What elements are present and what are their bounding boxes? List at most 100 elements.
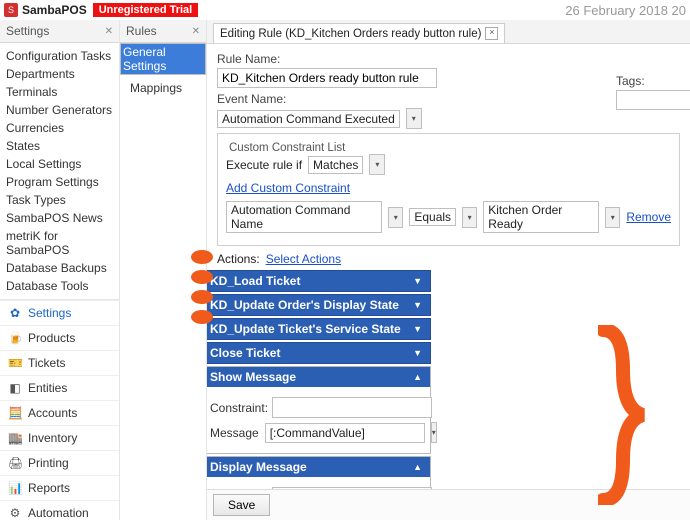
action-title: KD_Update Order's Display State bbox=[210, 298, 399, 312]
nav-item-automation[interactable]: ⚙Automation bbox=[0, 500, 119, 520]
tags-label: Tags: bbox=[616, 74, 690, 88]
tree-item[interactable]: Task Types bbox=[0, 191, 119, 209]
reports-icon: 📊 bbox=[8, 481, 22, 495]
actions-label: Actions: bbox=[217, 252, 260, 266]
annotation-dot bbox=[191, 270, 213, 284]
nav-label: Tickets bbox=[28, 356, 66, 370]
nav-label: Settings bbox=[28, 306, 71, 320]
nav-item-entities[interactable]: ◧ Entities bbox=[0, 375, 119, 400]
action-header[interactable]: KD_Load Ticket ▼ bbox=[207, 270, 431, 292]
annotation-brace bbox=[598, 325, 648, 505]
action-header[interactable]: KD_Update Order's Display State ▼ bbox=[207, 294, 431, 316]
execute-rule-select[interactable]: Matches bbox=[308, 156, 363, 174]
action-panel: Display Message▲Constraint:Message[:Auto… bbox=[207, 456, 431, 489]
nav-item-reports[interactable]: 📊 Reports bbox=[0, 475, 119, 500]
printing-icon: 🖨 bbox=[8, 456, 22, 470]
action-panel: Show Message▲Constraint:Message[:Command… bbox=[207, 366, 431, 454]
close-icon[interactable]: ✕ bbox=[192, 26, 200, 37]
action-header[interactable]: Close Ticket ▼ bbox=[207, 342, 431, 364]
tree-item[interactable]: Number Generators bbox=[0, 101, 119, 119]
app-logo: S bbox=[4, 3, 18, 17]
nav-label: Printing bbox=[28, 456, 69, 470]
nav-item-inventory[interactable]: 🏬Inventory bbox=[0, 425, 119, 450]
section-mappings[interactable]: Mappings bbox=[120, 75, 206, 101]
chevron-down-icon[interactable]: ▼ bbox=[413, 324, 422, 334]
constraint-label: Constraint: bbox=[210, 401, 266, 415]
nav-label: Accounts bbox=[28, 406, 77, 420]
chevron-up-icon[interactable]: ▲ bbox=[413, 372, 422, 382]
tree-item[interactable]: metriK for SambaPOS bbox=[0, 227, 119, 259]
select-actions-link[interactable]: Select Actions bbox=[266, 252, 341, 266]
rules-panel-label: Rules bbox=[126, 24, 157, 38]
message-input[interactable]: [:CommandValue] bbox=[265, 423, 425, 443]
editor-tab-label: Editing Rule (KD_Kitchen Orders ready bu… bbox=[220, 28, 481, 40]
annotation-dot bbox=[191, 290, 213, 304]
event-name-label: Event Name: bbox=[217, 92, 680, 106]
section-general-settings[interactable]: General Settings bbox=[120, 43, 206, 75]
nav-label: Reports bbox=[28, 481, 70, 495]
chevron-down-icon[interactable]: ▾ bbox=[369, 154, 385, 175]
accounts-icon: 🧮 bbox=[8, 406, 22, 420]
tree-item[interactable]: Terminals bbox=[0, 83, 119, 101]
chevron-down-icon[interactable]: ▾ bbox=[388, 207, 403, 228]
tree-item[interactable]: Local Settings bbox=[0, 155, 119, 173]
header-date: 26 February 2018 20 bbox=[565, 3, 686, 18]
editor-tab[interactable]: Editing Rule (KD_Kitchen Orders ready bu… bbox=[213, 23, 505, 43]
entities-icon: ◧ bbox=[8, 381, 22, 395]
chevron-down-icon[interactable]: ▾ bbox=[605, 207, 620, 228]
nav-item-accounts[interactable]: 🧮 Accounts bbox=[0, 400, 119, 425]
nav-label: Entities bbox=[28, 381, 67, 395]
app-name: SambaPOS bbox=[22, 3, 87, 17]
tree-item[interactable]: Configuration Tasks bbox=[0, 47, 119, 65]
execute-rule-label: Execute rule if bbox=[226, 158, 302, 172]
chevron-down-icon[interactable]: ▼ bbox=[413, 300, 422, 310]
nav-item-settings[interactable]: ✿ Settings bbox=[0, 300, 119, 325]
nav-label: Products bbox=[28, 331, 75, 345]
action-title: Close Ticket bbox=[210, 346, 280, 360]
close-icon[interactable]: ✕ bbox=[105, 26, 113, 37]
rule-name-input[interactable] bbox=[217, 68, 437, 88]
constraint-value-select[interactable]: Kitchen Order Ready bbox=[483, 201, 599, 233]
constraint-input[interactable] bbox=[272, 487, 432, 489]
nav-item-printing[interactable]: 🖨 Printing bbox=[0, 450, 119, 475]
chevron-down-icon[interactable]: ▾ bbox=[462, 207, 477, 228]
add-constraint-link[interactable]: Add Custom Constraint bbox=[226, 181, 350, 195]
chevron-down-icon[interactable]: ▾ bbox=[406, 108, 422, 129]
remove-constraint-link[interactable]: Remove bbox=[626, 210, 671, 224]
settings-panel-label: Settings bbox=[6, 24, 49, 38]
action-header[interactable]: KD_Update Ticket's Service State▼ bbox=[207, 318, 431, 340]
tree-item[interactable]: States bbox=[0, 137, 119, 155]
rules-panel-tab[interactable]: Rules ✕ bbox=[120, 20, 206, 43]
action-header[interactable]: Show Message ▲ bbox=[207, 367, 430, 387]
tree-item[interactable]: Currencies bbox=[0, 119, 119, 137]
trial-badge: Unregistered Trial bbox=[93, 3, 199, 17]
nav-item-tickets[interactable]: 🎫Tickets bbox=[0, 350, 119, 375]
tree-item[interactable]: SambaPOS News bbox=[0, 209, 119, 227]
tree-item[interactable]: Database Tools bbox=[0, 277, 119, 295]
action-title: Display Message bbox=[210, 460, 307, 474]
event-name-select[interactable]: Automation Command Executed bbox=[217, 110, 400, 128]
chevron-down-icon[interactable]: ▼ bbox=[413, 348, 422, 358]
constraint-op-select[interactable]: Equals bbox=[409, 208, 456, 226]
action-title: Show Message bbox=[210, 370, 296, 384]
annotation-dot bbox=[191, 250, 213, 264]
tags-input[interactable] bbox=[616, 90, 690, 110]
chevron-up-icon[interactable]: ▲ bbox=[413, 462, 422, 472]
constraint-list-title: Custom Constraint List bbox=[226, 142, 348, 154]
tree-item[interactable]: Database Backups bbox=[0, 259, 119, 277]
save-button[interactable]: Save bbox=[213, 494, 270, 516]
nav-item-products[interactable]: 🍺Products bbox=[0, 325, 119, 350]
chevron-down-icon[interactable]: ▼ bbox=[413, 276, 422, 286]
tree-item[interactable]: Program Settings bbox=[0, 173, 119, 191]
action-title: KD_Load Ticket bbox=[210, 274, 300, 288]
close-icon[interactable]: × bbox=[485, 27, 498, 40]
tree-item[interactable]: Departments bbox=[0, 65, 119, 83]
rule-name-label: Rule Name: bbox=[217, 52, 680, 66]
constraint-input[interactable] bbox=[272, 397, 432, 418]
chevron-down-icon[interactable]: ▾ bbox=[431, 422, 437, 443]
settings-icon: ✿ bbox=[8, 306, 22, 320]
action-header[interactable]: Display Message ▲ bbox=[207, 457, 430, 477]
settings-panel-tab[interactable]: Settings ✕ bbox=[0, 20, 119, 43]
nav-label: Inventory bbox=[28, 431, 77, 445]
constraint-field-select[interactable]: Automation Command Name bbox=[226, 201, 382, 233]
